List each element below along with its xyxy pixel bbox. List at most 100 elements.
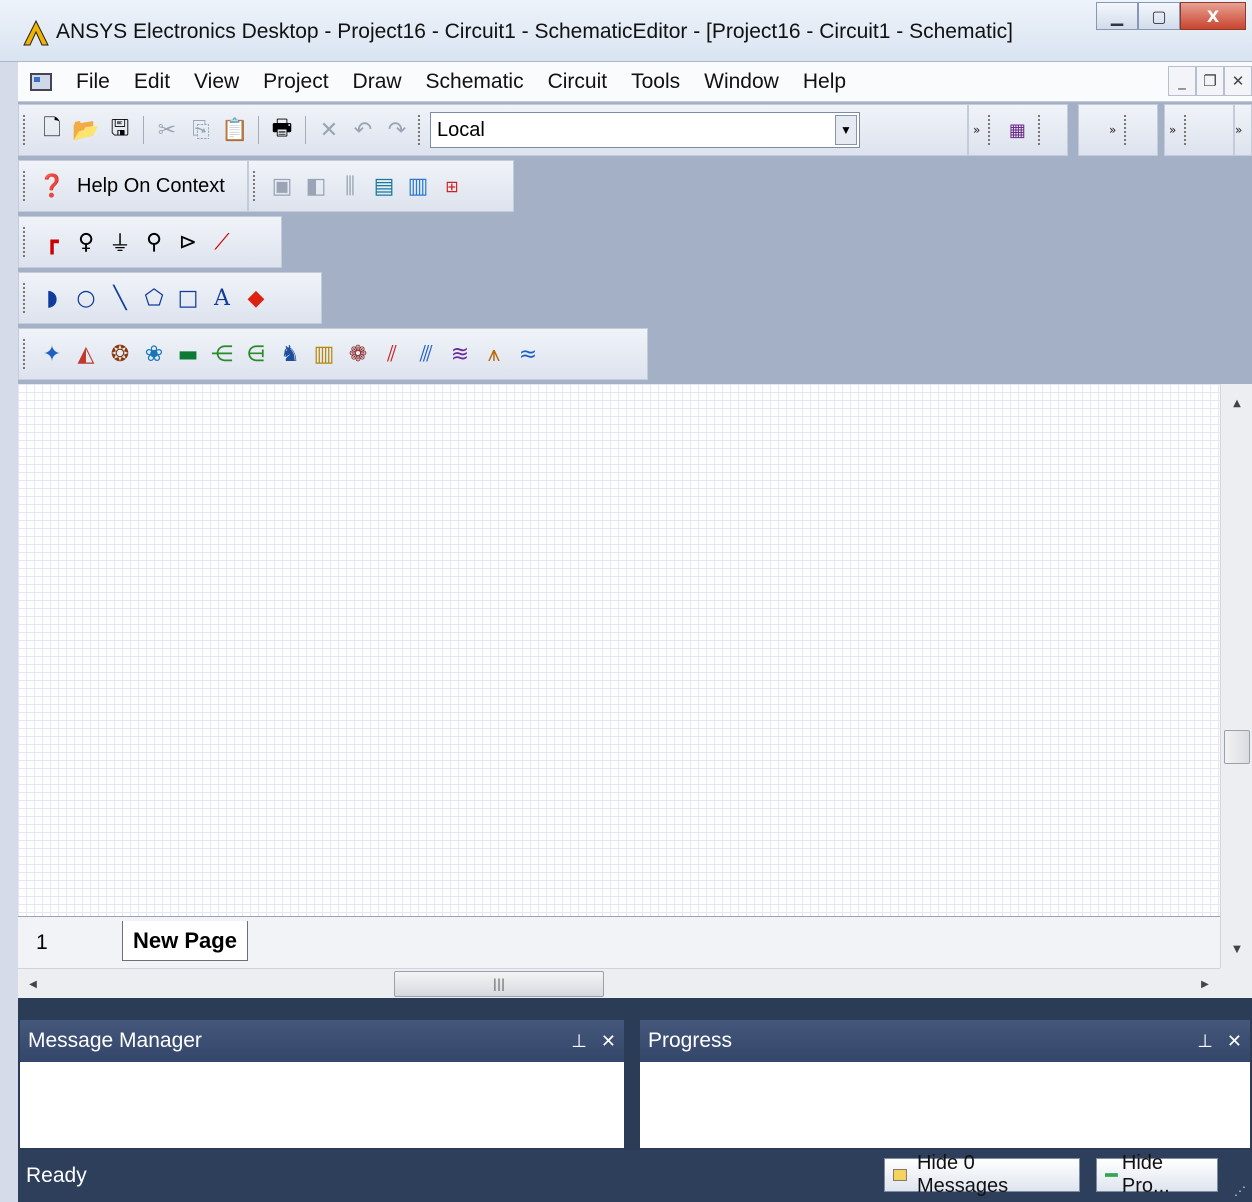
optimetrics-icon[interactable]: ♞: [275, 339, 305, 369]
page-connector-icon[interactable]: ⊳: [173, 227, 203, 257]
menu-help[interactable]: Help: [791, 70, 858, 94]
vertical-scrollbar[interactable]: ▲ ▼: [1220, 384, 1252, 968]
close-button[interactable]: X: [1180, 2, 1246, 30]
open-folder-icon[interactable]: 📂: [71, 115, 101, 145]
mdi-minimize-button[interactable]: _: [1168, 66, 1196, 96]
pin-icon[interactable]: ⊥: [1197, 1031, 1213, 1052]
toolbar-grip[interactable]: [23, 339, 29, 369]
port-icon[interactable]: ♀: [71, 227, 101, 257]
new-file-icon[interactable]: 🗋: [37, 115, 67, 145]
tab-new-page[interactable]: New Page: [122, 921, 248, 961]
toolbar-grip[interactable]: [988, 115, 994, 145]
hide-progress-button[interactable]: Hide Pro...: [1096, 1152, 1218, 1197]
toolbar-grip[interactable]: [253, 171, 259, 201]
minimize-button[interactable]: ▁: [1096, 2, 1138, 30]
menu-window[interactable]: Window: [692, 70, 791, 94]
netlist-icon[interactable]: ▦: [1002, 115, 1032, 145]
menu-file[interactable]: File: [64, 70, 122, 94]
title-block-icon[interactable]: ◧: [301, 171, 331, 201]
help-on-context-button[interactable]: Help On Context: [77, 175, 225, 198]
sweep-icon[interactable]: ⋳: [241, 339, 271, 369]
page-border-icon[interactable]: ▣: [267, 171, 297, 201]
results-icon[interactable]: ▥: [309, 339, 339, 369]
hide-messages-button[interactable]: Hide 0 Messages: [884, 1152, 1080, 1197]
horizontal-scroll-thumb[interactable]: |||: [394, 971, 604, 997]
signal-icon[interactable]: ≈: [513, 339, 543, 369]
menu-tools[interactable]: Tools: [619, 70, 692, 94]
polygon-icon[interactable]: ⬠: [139, 283, 169, 313]
vertical-scroll-thumb[interactable]: [1224, 730, 1250, 764]
line-icon[interactable]: ╲: [105, 283, 135, 313]
machine-select[interactable]: Local ▼: [430, 112, 860, 148]
toolbar-overflow-chevron-icon[interactable]: »: [1169, 123, 1176, 137]
delete-icon[interactable]: ✕: [314, 115, 344, 145]
print-icon[interactable]: 🖶: [267, 115, 297, 145]
toolbar-overflow-chevron-icon[interactable]: »: [1235, 123, 1242, 137]
resize-grip-icon[interactable]: ⋰: [1234, 1184, 1246, 1198]
close-icon[interactable]: ✕: [1227, 1031, 1242, 1052]
maxwell-design-icon[interactable]: ❂: [105, 339, 135, 369]
toolbar-grip[interactable]: [23, 171, 29, 201]
mdi-restore-button[interactable]: ❐: [1196, 66, 1224, 96]
maximize-button[interactable]: ▢: [1138, 2, 1180, 30]
help-question-icon[interactable]: ❓: [37, 171, 67, 201]
report-icon[interactable]: ❁: [343, 339, 373, 369]
toolbar-overflow-chevron-icon[interactable]: »: [1109, 123, 1116, 137]
save-icon[interactable]: 🖫: [105, 115, 135, 145]
tdr-icon[interactable]: ⫻: [411, 339, 441, 369]
wire-icon[interactable]: ┏: [37, 227, 67, 257]
scroll-down-arrow-icon[interactable]: ▼: [1221, 934, 1252, 964]
scroll-up-arrow-icon[interactable]: ▲: [1221, 388, 1252, 418]
toolbar-overflow-chevron-icon[interactable]: »: [973, 123, 980, 137]
toolbar-grip[interactable]: [23, 283, 29, 313]
toolbar-grip[interactable]: [23, 115, 29, 145]
menu-schematic[interactable]: Schematic: [414, 70, 536, 94]
menu-project[interactable]: Project: [251, 70, 340, 94]
waveform-icon[interactable]: ≋: [445, 339, 475, 369]
q3d-design-icon[interactable]: ◭: [71, 339, 101, 369]
line-wire-icon[interactable]: ⟋: [207, 227, 237, 257]
arc-icon[interactable]: ◗: [37, 283, 67, 313]
siwave-design-icon[interactable]: ❀: [139, 339, 169, 369]
menu-view[interactable]: View: [182, 70, 251, 94]
spectrum-icon[interactable]: ⩚: [479, 339, 509, 369]
hfss-design-icon[interactable]: ✦: [37, 339, 67, 369]
analysis-setup-icon[interactable]: ⋲: [207, 339, 237, 369]
dropdown-arrow-icon[interactable]: ▼: [835, 115, 857, 145]
circle-icon[interactable]: ○: [71, 283, 101, 313]
paste-icon[interactable]: 📋: [220, 115, 250, 145]
schematic-canvas[interactable]: [18, 384, 1220, 916]
menu-circuit[interactable]: Circuit: [536, 70, 620, 94]
align-icon[interactable]: ⫼: [335, 171, 365, 201]
scroll-left-arrow-icon[interactable]: ◀: [18, 969, 48, 999]
net-icon[interactable]: ⊞: [437, 171, 467, 201]
copy-icon[interactable]: ⎘: [186, 115, 216, 145]
menu-draw[interactable]: Draw: [341, 70, 414, 94]
toolbar-grip[interactable]: [1124, 115, 1130, 145]
cut-icon[interactable]: ✂: [152, 115, 182, 145]
fill-color-icon[interactable]: ◆: [241, 283, 271, 313]
horizontal-scrollbar[interactable]: ◀ ||| ▶: [18, 968, 1220, 998]
toolbar-grip[interactable]: [1038, 115, 1044, 145]
text-icon[interactable]: A: [207, 283, 237, 313]
mdi-close-button[interactable]: ✕: [1224, 66, 1252, 96]
dock-splitter[interactable]: [18, 998, 1252, 1018]
pin-icon[interactable]: ⊥: [571, 1031, 587, 1052]
layout-icon[interactable]: ▤: [369, 171, 399, 201]
rectangle-icon[interactable]: □: [173, 283, 203, 313]
eye-diagram-icon[interactable]: ⫽: [377, 339, 407, 369]
menu-edit[interactable]: Edit: [122, 70, 182, 94]
panel-divider[interactable]: [626, 1018, 638, 1150]
undo-icon[interactable]: ↶: [348, 115, 378, 145]
planar-em-icon[interactable]: ▬: [173, 339, 203, 369]
component-icon[interactable]: ▥: [403, 171, 433, 201]
toolbar-grip[interactable]: [1184, 115, 1190, 145]
toolbar-grip[interactable]: [418, 115, 424, 145]
redo-icon[interactable]: ↷: [382, 115, 412, 145]
ground-icon[interactable]: ⏚: [105, 227, 135, 257]
scroll-right-arrow-icon[interactable]: ▶: [1190, 969, 1220, 999]
close-icon[interactable]: ✕: [601, 1031, 616, 1052]
toolbar-grip[interactable]: [23, 227, 29, 257]
document-system-menu-icon[interactable]: [30, 72, 52, 91]
interface-port-icon[interactable]: ⚲: [139, 227, 169, 257]
